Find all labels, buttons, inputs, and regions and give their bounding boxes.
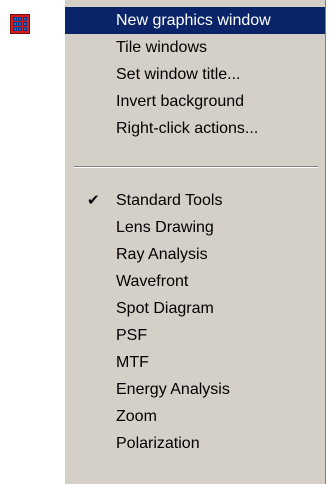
menu-item-standard-tools[interactable]: ✔ Standard Tools xyxy=(65,187,325,214)
menu-separator xyxy=(74,166,318,168)
menu-item-zoom[interactable]: Zoom xyxy=(65,403,325,430)
menu-item-invert-background[interactable]: Invert background xyxy=(65,88,325,115)
menu-item-label: Lens Drawing xyxy=(116,219,214,236)
menu-item-set-window-title[interactable]: Set window title... xyxy=(65,61,325,88)
menu-item-label: Zoom xyxy=(116,408,157,425)
menu-item-psf[interactable]: PSF xyxy=(65,322,325,349)
menu-item-label: MTF xyxy=(116,354,149,371)
menu-item-wavefront[interactable]: Wavefront xyxy=(65,268,325,295)
menu-item-energy-analysis[interactable]: Energy Analysis xyxy=(65,376,325,403)
menu-item-label: Wavefront xyxy=(116,273,189,290)
menu-item-lens-drawing[interactable]: Lens Drawing xyxy=(65,214,325,241)
menu-item-label: Energy Analysis xyxy=(116,381,230,398)
checkmark-icon: ✔ xyxy=(87,191,100,209)
menu-item-label: Polarization xyxy=(116,435,200,452)
menu-item-spot-diagram[interactable]: Spot Diagram xyxy=(65,295,325,322)
menu-item-label: Standard Tools xyxy=(116,192,223,209)
menu-item-label: PSF xyxy=(116,327,148,344)
menu-item-right-click-actions[interactable]: Right-click actions... xyxy=(65,115,325,142)
menu-item-mtf[interactable]: MTF xyxy=(65,349,325,376)
context-menu: New graphics window Tile windows Set win… xyxy=(64,0,326,484)
menu-item-label: Tile windows xyxy=(116,39,207,56)
menu-item-label: Spot Diagram xyxy=(116,300,214,317)
menu-item-label: Invert background xyxy=(116,93,245,110)
menu-item-label: New graphics window xyxy=(116,12,271,29)
menu-item-ray-analysis[interactable]: Ray Analysis xyxy=(65,241,325,268)
menu-item-new-graphics-window[interactable]: New graphics window xyxy=(65,7,325,34)
menu-item-label: Set window title... xyxy=(116,66,241,83)
menu-item-label: Right-click actions... xyxy=(116,120,259,137)
grid-window-icon[interactable] xyxy=(10,14,30,34)
icon-grid xyxy=(13,17,27,31)
menu-item-tile-windows[interactable]: Tile windows xyxy=(65,34,325,61)
menu-item-polarization[interactable]: Polarization xyxy=(65,430,325,457)
menu-item-label: Ray Analysis xyxy=(116,246,208,263)
